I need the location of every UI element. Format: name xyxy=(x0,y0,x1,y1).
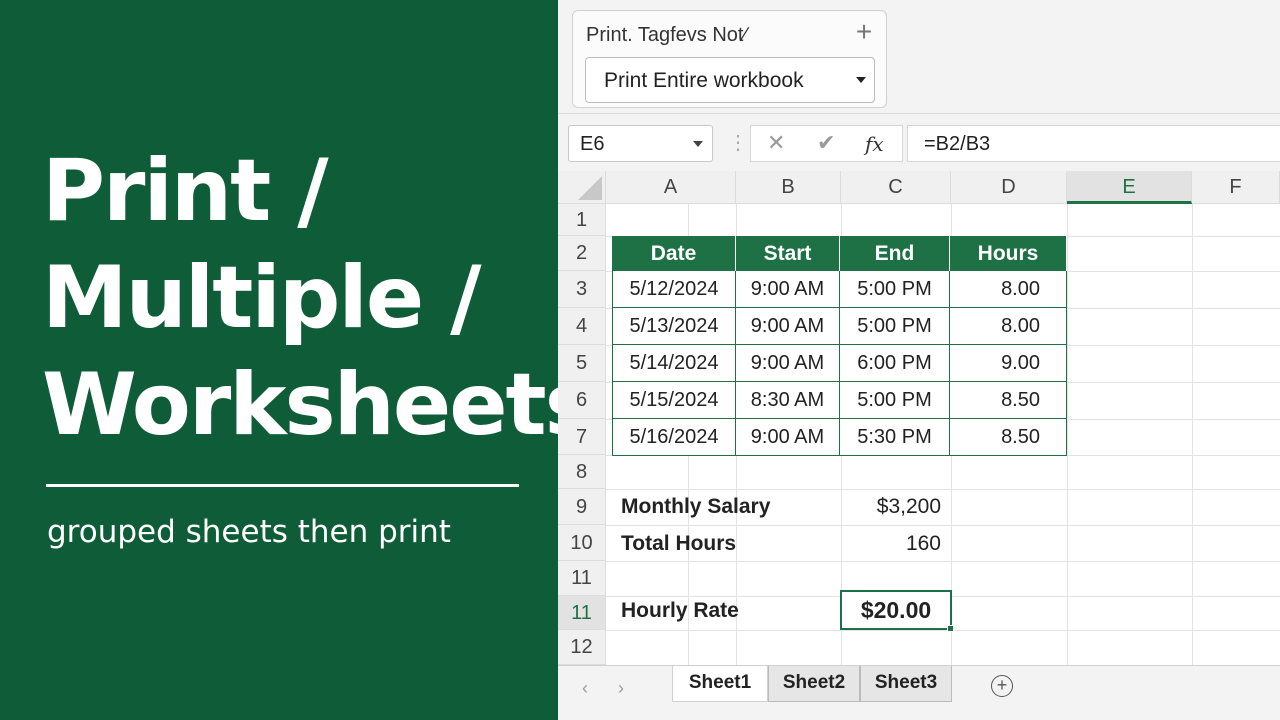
print-what-value: Print Entire workbook xyxy=(604,69,804,92)
row-header[interactable]: 12 xyxy=(558,630,606,665)
headline-divider xyxy=(46,484,519,487)
table-cell[interactable]: 9:00 AM xyxy=(736,419,840,456)
row-header[interactable]: 9 xyxy=(558,489,606,525)
column-header-f[interactable]: F xyxy=(1192,171,1280,204)
column-header-d[interactable]: D xyxy=(951,171,1067,204)
table-cell[interactable]: 5:00 PM xyxy=(840,382,950,419)
table-cell[interactable]: 8.50 xyxy=(950,382,1067,419)
headline: Print / Multiple / Worksheets xyxy=(42,138,596,459)
hourly-rate-label[interactable]: Hourly Rate xyxy=(621,599,739,623)
row-header[interactable]: 8 xyxy=(558,455,606,489)
formula-bar: E6 ⋮ ✕ ✔ fx =B2/B3 xyxy=(558,113,1280,171)
column-header-a[interactable]: A xyxy=(606,171,736,204)
column-header-c[interactable]: C xyxy=(841,171,951,204)
row-header[interactable]: 10 xyxy=(558,525,606,561)
table-cell[interactable]: 8:30 AM xyxy=(736,382,840,419)
name-box-value: E6 xyxy=(580,133,605,155)
timesheet-table: Date Start End Hours 5/12/2024 9:00 AM 5:00 PM… xyxy=(612,236,1068,456)
more-vertical-icon: ⋮ xyxy=(728,132,748,154)
monthly-salary-value[interactable]: $3,200 xyxy=(841,495,941,519)
table-cell[interactable]: 9:00 AM xyxy=(736,345,840,382)
row-header[interactable]: 4 xyxy=(558,308,606,345)
chevron-left-icon[interactable]: ‹ xyxy=(582,678,588,699)
table-cell[interactable]: 9:00 AM xyxy=(736,308,840,345)
table-cell[interactable]: 8.00 xyxy=(950,271,1067,308)
table-cell[interactable]: 5:00 PM xyxy=(840,271,950,308)
table-cell[interactable]: 5:00 PM xyxy=(840,308,950,345)
headline-line-2: Multiple / xyxy=(42,248,482,348)
headline-line-3: Worksheets xyxy=(42,355,596,455)
title-panel: Print / Multiple / Worksheets grouped sh… xyxy=(0,0,596,720)
grid-line xyxy=(606,630,1280,631)
excel-window: Print. Tagfevs Not∕ + Print Entire workb… xyxy=(558,0,1280,720)
fill-handle[interactable] xyxy=(947,625,954,632)
table-cell[interactable]: 5/12/2024 xyxy=(612,271,736,308)
row-header[interactable]: 3 xyxy=(558,271,606,308)
sheet-tab-bar: ‹ › Sheet1 Sheet2 Sheet3 + xyxy=(558,665,1280,720)
check-icon[interactable]: ✔ xyxy=(817,130,835,156)
chevron-right-icon[interactable]: › xyxy=(618,678,624,699)
sheet-tab-sheet3[interactable]: Sheet3 xyxy=(860,666,952,702)
select-all-corner[interactable] xyxy=(558,171,606,204)
table-cell[interactable]: 5/13/2024 xyxy=(612,308,736,345)
formula-value: =B2/B3 xyxy=(924,133,991,155)
row-header[interactable]: 7 xyxy=(558,419,606,455)
table-cell[interactable]: 8.00 xyxy=(950,308,1067,345)
worksheet-grid[interactable]: A B C D E F 1 2 3 4 5 6 7 8 9 10 11 11 12 Date Start End Hours… xyxy=(558,171,1280,666)
table-cell[interactable]: 5/16/2024 xyxy=(612,419,736,456)
column-header-b[interactable]: B xyxy=(736,171,841,204)
table-header-cell[interactable]: End xyxy=(840,236,950,271)
table-header-cell[interactable]: Start xyxy=(736,236,840,271)
table-cell[interactable]: 9:00 AM xyxy=(736,271,840,308)
table-cell[interactable]: 9.00 xyxy=(950,345,1067,382)
name-box[interactable]: E6 xyxy=(568,125,713,162)
chevron-down-icon xyxy=(693,141,703,147)
table-cell[interactable]: 5/15/2024 xyxy=(612,382,736,419)
sheet-tab-sheet1[interactable]: Sheet1 xyxy=(672,666,768,702)
grid-line xyxy=(606,489,1280,490)
row-header[interactable]: 11 xyxy=(558,596,606,630)
plus-icon[interactable]: + xyxy=(851,17,877,47)
table-cell[interactable]: 5:30 PM xyxy=(840,419,950,456)
table-header-cell[interactable]: Date xyxy=(612,236,736,271)
sheet-tab-sheet2[interactable]: Sheet2 xyxy=(768,666,860,702)
table-header-cell[interactable]: Hours xyxy=(950,236,1067,271)
table-cell[interactable]: 6:00 PM xyxy=(840,345,950,382)
table-cell[interactable]: 5/14/2024 xyxy=(612,345,736,382)
table-cell[interactable]: 8.50 xyxy=(950,419,1067,456)
formula-actions: ✕ ✔ fx xyxy=(750,125,903,162)
row-header[interactable]: 6 xyxy=(558,382,606,419)
subtitle: grouped sheets then print xyxy=(47,514,451,550)
print-what-dropdown[interactable]: Print Entire workbook xyxy=(585,57,875,103)
row-header[interactable]: 2 xyxy=(558,236,606,271)
total-hours-label[interactable]: Total Hours xyxy=(621,532,736,556)
grid-line xyxy=(606,525,1280,526)
insert-function-icon[interactable]: fx xyxy=(865,132,884,156)
grid-line xyxy=(606,561,1280,562)
row-header[interactable]: 5 xyxy=(558,345,606,382)
chevron-down-icon xyxy=(856,77,866,83)
hourly-rate-cell[interactable]: $20.00 xyxy=(840,590,952,630)
monthly-salary-label[interactable]: Monthly Salary xyxy=(621,495,770,519)
row-header[interactable]: 1 xyxy=(558,204,606,236)
print-pane-title: Print. Tagfevs Not∕ xyxy=(586,24,747,46)
headline-line-1: Print / xyxy=(42,141,329,241)
add-sheet-icon[interactable]: + xyxy=(991,675,1013,697)
formula-input[interactable]: =B2/B3 xyxy=(907,125,1280,162)
total-hours-value[interactable]: 160 xyxy=(841,532,941,556)
cancel-icon[interactable]: ✕ xyxy=(767,130,785,156)
print-settings-pane: Print. Tagfevs Not∕ + Print Entire workb… xyxy=(572,10,887,108)
row-header[interactable]: 11 xyxy=(558,561,606,596)
column-header-e[interactable]: E xyxy=(1067,171,1192,204)
